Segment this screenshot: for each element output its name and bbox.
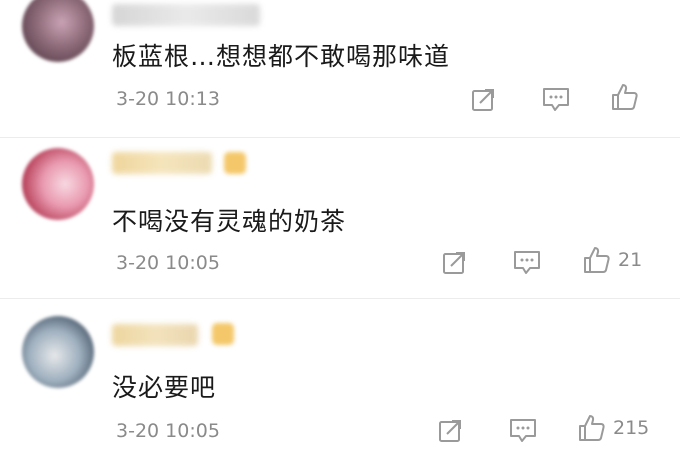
like-count: 215 bbox=[613, 417, 650, 439]
forward-icon bbox=[472, 89, 494, 111]
like-button[interactable]: 21 bbox=[582, 245, 642, 275]
vip-badge bbox=[224, 152, 246, 174]
thumbs-up-icon bbox=[584, 247, 610, 273]
vip-badge bbox=[212, 323, 234, 345]
forward-icon bbox=[443, 252, 465, 274]
forward-button[interactable] bbox=[470, 84, 498, 114]
comment-text: 没必要吧 bbox=[112, 373, 217, 402]
username[interactable] bbox=[112, 4, 260, 26]
comment-icon bbox=[543, 88, 569, 111]
thumbs-up-icon bbox=[612, 84, 638, 110]
username[interactable] bbox=[112, 324, 198, 346]
comment-icon bbox=[514, 251, 540, 274]
like-button[interactable]: 215 bbox=[577, 413, 649, 443]
comment-time: 3-20 10:05 bbox=[116, 420, 220, 442]
avatar[interactable] bbox=[22, 148, 94, 220]
forward-button[interactable] bbox=[441, 247, 469, 277]
forward-button[interactable] bbox=[437, 415, 465, 445]
reply-button[interactable] bbox=[541, 84, 571, 114]
forward-icon bbox=[439, 420, 461, 442]
reply-button[interactable] bbox=[512, 247, 542, 277]
comment-text: 不喝没有灵魂的奶茶 bbox=[112, 207, 347, 236]
comment-icon bbox=[510, 419, 536, 442]
like-button[interactable] bbox=[610, 82, 646, 112]
avatar[interactable] bbox=[22, 316, 94, 388]
comment-text: 板蓝根…想想都不敢喝那味道 bbox=[112, 42, 451, 71]
avatar[interactable] bbox=[22, 0, 94, 62]
thumbs-up-icon bbox=[579, 415, 605, 441]
comment-time: 3-20 10:13 bbox=[116, 88, 220, 110]
comment-item: 不喝没有灵魂的奶茶 3-20 10:05 21 bbox=[0, 138, 680, 298]
like-count: 21 bbox=[618, 249, 643, 271]
username[interactable] bbox=[112, 152, 212, 174]
reply-button[interactable] bbox=[508, 415, 538, 445]
comment-time: 3-20 10:05 bbox=[116, 252, 220, 274]
comment-list: 板蓝根…想想都不敢喝那味道 3-20 10:13 不喝没有灵魂的奶茶 3-20 … bbox=[0, 0, 680, 460]
comment-item: 没必要吧 3-20 10:05 215 bbox=[0, 299, 680, 460]
comment-item: 板蓝根…想想都不敢喝那味道 3-20 10:13 bbox=[0, 0, 680, 138]
